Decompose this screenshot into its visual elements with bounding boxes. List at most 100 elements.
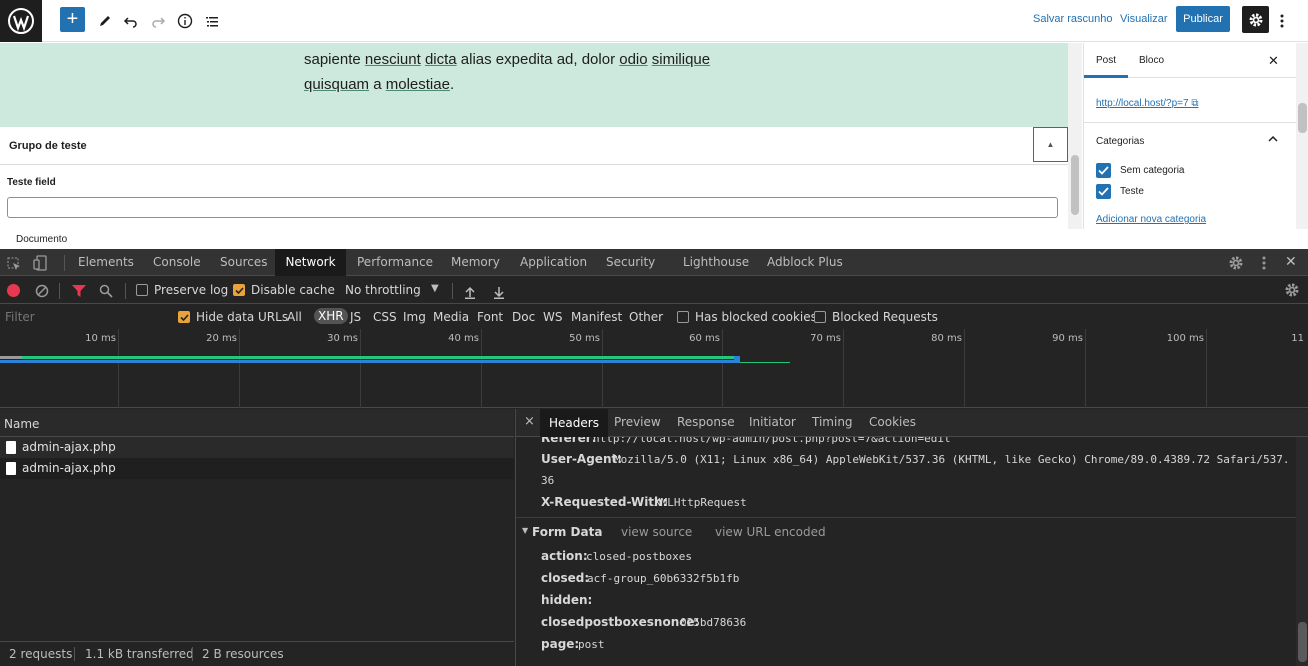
blocked-requests-checkbox[interactable] (814, 311, 826, 323)
collapse-toggle-button[interactable]: ▲ (1033, 127, 1068, 162)
category-label: Teste (1120, 186, 1144, 197)
filter-icon[interactable] (71, 283, 87, 302)
import-har-icon[interactable] (464, 284, 476, 303)
filter-ws[interactable]: WS (543, 310, 562, 324)
list-view-icon[interactable] (199, 8, 225, 34)
filter-xhr[interactable]: XHR (314, 308, 348, 324)
has-blocked-cookies-checkbox[interactable] (677, 311, 689, 323)
filter-manifest[interactable]: Manifest (571, 310, 622, 324)
filter-font[interactable]: Font (477, 310, 503, 324)
request-row[interactable]: admin-ajax.php (0, 437, 514, 458)
publish-button[interactable]: Publicar (1176, 6, 1230, 32)
save-draft-button[interactable]: Salvar rascunho (1033, 13, 1113, 25)
hide-data-urls-checkbox[interactable] (178, 311, 190, 323)
redo-icon[interactable] (145, 8, 171, 34)
sidebar-scrollbar[interactable] (1296, 43, 1308, 229)
timeline-tick-label: 80 ms (931, 333, 962, 344)
clear-icon[interactable] (35, 283, 49, 302)
dropdown-arrow-icon[interactable]: ▼ (431, 283, 439, 294)
category-checkbox[interactable] (1096, 163, 1111, 178)
details-scrollbar[interactable] (1296, 437, 1308, 666)
tab-initiator[interactable]: Initiator (749, 415, 796, 429)
expand-triangle-icon[interactable]: ▼ (522, 526, 528, 535)
paragraph-line-1[interactable]: sapiente nesciunt dicta alias expedita a… (304, 51, 710, 68)
categories-panel-title[interactable]: Categorias (1096, 136, 1144, 147)
tab-memory[interactable]: Memory (451, 249, 500, 276)
record-icon[interactable] (7, 284, 20, 297)
add-category-link[interactable]: Adicionar nova categoria (1096, 214, 1206, 225)
tab-security[interactable]: Security (606, 249, 655, 276)
tab-elements[interactable]: Elements (78, 249, 134, 276)
tab-block[interactable]: Bloco (1139, 55, 1164, 66)
view-url-encoded-link[interactable]: view URL encoded (715, 525, 826, 539)
filter-input[interactable] (0, 307, 166, 327)
spellcheck-word: dicta (424, 51, 457, 68)
add-block-button[interactable]: + (60, 7, 85, 32)
settings-gear-icon[interactable] (1228, 255, 1244, 275)
acf-group-header[interactable]: Grupo de teste ▲ (0, 127, 1068, 165)
info-icon[interactable] (172, 8, 198, 34)
preserve-log-checkbox[interactable] (136, 284, 148, 296)
pencil-icon[interactable] (92, 8, 118, 34)
filter-all[interactable]: All (287, 310, 302, 324)
filter-media[interactable]: Media (433, 310, 469, 324)
wordpress-logo-icon[interactable] (0, 0, 42, 42)
tab-adblock-plus[interactable]: Adblock Plus (767, 249, 843, 276)
preview-button[interactable]: Visualizar (1120, 13, 1168, 25)
paragraph-line-2[interactable]: quisquam a molestiae. (304, 76, 454, 93)
tab-cookies[interactable]: Cookies (869, 415, 916, 429)
filter-doc[interactable]: Doc (512, 310, 535, 324)
header-key: Referer: (541, 437, 597, 445)
search-icon[interactable] (99, 283, 113, 302)
filter-other[interactable]: Other (629, 310, 663, 324)
permalink-link[interactable]: http://local.host/?p=7 ⧉ (1096, 98, 1199, 109)
disable-cache-checkbox[interactable] (233, 284, 245, 296)
close-details-icon[interactable]: × (524, 414, 535, 429)
teste-field-input[interactable] (7, 197, 1058, 218)
tab-headers[interactable]: Headers (540, 409, 608, 437)
timeline-gridline (1206, 329, 1207, 408)
tab-response[interactable]: Response (677, 415, 735, 429)
request-row[interactable]: admin-ajax.php (0, 458, 514, 479)
inspect-element-icon[interactable] (7, 256, 21, 275)
close-icon[interactable]: ✕ (1268, 53, 1279, 69)
scrollbar-thumb[interactable] (1298, 622, 1307, 662)
timeline-tick-label: 50 ms (569, 333, 600, 344)
tab-post[interactable]: Post (1096, 55, 1116, 66)
device-toolbar-icon[interactable] (33, 255, 47, 275)
requests-count: 2 requests (9, 647, 73, 661)
tab-network[interactable]: Network (275, 249, 346, 276)
tab-sources[interactable]: Sources (220, 249, 267, 276)
close-devtools-icon[interactable]: ✕ (1285, 254, 1297, 270)
view-source-link[interactable]: view source (621, 525, 692, 539)
settings-gear-icon[interactable] (1242, 6, 1269, 33)
network-settings-gear-icon[interactable] (1284, 282, 1300, 302)
chevron-up-icon[interactable] (1267, 133, 1279, 148)
tab-timing[interactable]: Timing (812, 415, 853, 429)
filter-js[interactable]: JS (350, 310, 361, 324)
kebab-menu-icon[interactable] (1262, 255, 1266, 274)
tab-performance[interactable]: Performance (357, 249, 433, 276)
timeline-gridline (481, 329, 482, 408)
throttling-select[interactable]: No throttling (345, 283, 421, 297)
editor-scrollbar[interactable] (1068, 43, 1082, 229)
form-data-value: 025bd78636 (680, 616, 747, 629)
filter-css[interactable]: CSS (373, 310, 397, 324)
breadcrumb[interactable]: Documento (16, 234, 67, 245)
scrollbar-thumb[interactable] (1071, 155, 1079, 215)
cover-block[interactable]: sapiente nesciunt dicta alias expedita a… (0, 43, 1068, 127)
tab-application[interactable]: Application (520, 249, 587, 276)
undo-icon[interactable] (118, 8, 144, 34)
name-column-header[interactable]: Name (0, 409, 514, 437)
network-timeline[interactable]: 10 ms 20 ms 30 ms 40 ms 50 ms 60 ms 70 m… (0, 329, 1308, 408)
form-data-title[interactable]: Form Data (532, 525, 602, 539)
scrollbar-thumb[interactable] (1298, 103, 1307, 133)
filter-img[interactable]: Img (403, 310, 426, 324)
tab-preview[interactable]: Preview (614, 415, 661, 429)
export-har-icon[interactable] (493, 284, 505, 303)
para-text: . (449, 76, 455, 93)
tab-lighthouse[interactable]: Lighthouse (683, 249, 749, 276)
category-checkbox[interactable] (1096, 184, 1111, 199)
tab-console[interactable]: Console (153, 249, 201, 276)
more-options-icon[interactable] (1270, 8, 1294, 34)
